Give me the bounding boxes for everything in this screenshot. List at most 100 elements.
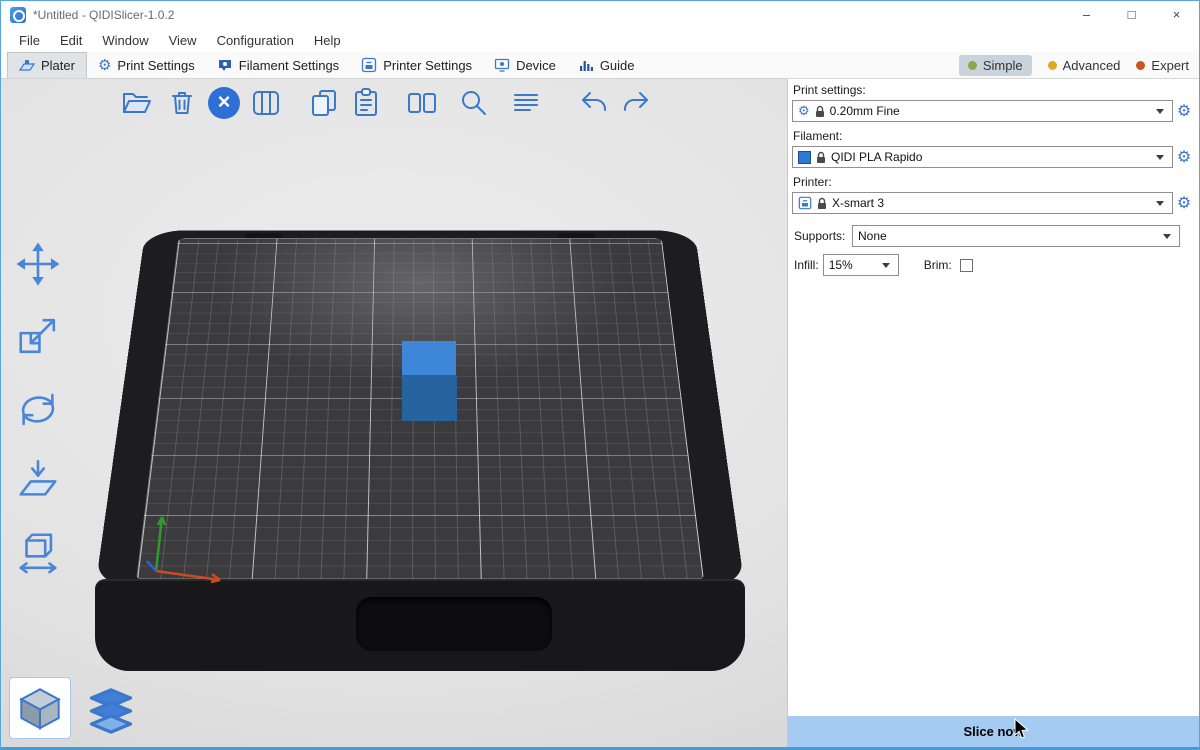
- search-icon[interactable]: [457, 86, 491, 120]
- print-bed-front-wall: [95, 579, 745, 671]
- printer-gear-button[interactable]: [1173, 193, 1195, 213]
- mode-simple[interactable]: Simple: [959, 55, 1032, 76]
- tab-filament-settings[interactable]: Filament Settings: [206, 52, 350, 78]
- delete-all-icon[interactable]: [207, 86, 241, 120]
- expert-mode-dot-icon: [1136, 61, 1145, 70]
- 3d-editor-view-icon[interactable]: [9, 677, 71, 739]
- tab-print-settings[interactable]: Print Settings: [87, 52, 206, 78]
- rotate-icon[interactable]: [13, 383, 63, 433]
- undo-icon[interactable]: [577, 86, 611, 120]
- print-settings-value: 0.20mm Fine: [830, 104, 900, 118]
- menu-window[interactable]: Window: [92, 33, 158, 48]
- viewport-3d[interactable]: [1, 79, 787, 747]
- model-cube-front-face[interactable]: [402, 375, 457, 421]
- menu-bar: File Edit Window View Configuration Help: [1, 28, 1199, 52]
- delete-icon[interactable]: [165, 86, 199, 120]
- tab-guide[interactable]: Guide: [567, 52, 646, 78]
- device-monitor-icon: [494, 57, 510, 73]
- menu-help[interactable]: Help: [304, 33, 351, 48]
- app-logo-icon: [10, 7, 26, 23]
- open-icon[interactable]: [119, 86, 153, 120]
- slice-now-button[interactable]: Slice now: [788, 716, 1199, 747]
- arrange-icon[interactable]: [249, 86, 283, 120]
- mouse-cursor: [1014, 718, 1030, 740]
- settings-sidebar: Print settings: 0.20mm Fine Filament: QI…: [787, 79, 1199, 747]
- supports-value: None: [858, 229, 887, 243]
- brim-checkbox[interactable]: [960, 259, 973, 272]
- redo-icon[interactable]: [619, 86, 653, 120]
- brim-label: Brim:: [924, 258, 952, 272]
- lock-icon: [816, 151, 826, 164]
- print-settings-label: Print settings:: [793, 83, 1199, 98]
- tab-label: Plater: [41, 58, 75, 73]
- guide-columns-icon: [578, 57, 594, 73]
- mode-advanced[interactable]: Advanced: [1048, 58, 1121, 73]
- mode-expert[interactable]: Expert: [1136, 58, 1189, 73]
- mirror-icon[interactable]: [13, 527, 63, 577]
- minimize-button[interactable]: –: [1064, 1, 1109, 28]
- view-switch: [9, 677, 139, 739]
- split-icon[interactable]: [405, 86, 439, 120]
- mode-label: Advanced: [1063, 58, 1121, 73]
- mode-label: Expert: [1151, 58, 1189, 73]
- tab-label: Print Settings: [117, 58, 194, 73]
- chevron-down-icon: [1156, 201, 1164, 206]
- tab-label: Printer Settings: [383, 58, 472, 73]
- plater-icon: [19, 58, 35, 74]
- gear-icon: [98, 58, 111, 73]
- top-toolbar: [119, 86, 653, 120]
- chevron-down-icon: [1156, 155, 1164, 160]
- close-button[interactable]: ×: [1154, 1, 1199, 28]
- filament-combo[interactable]: QIDI PLA Rapido: [792, 146, 1173, 168]
- chevron-down-icon: [1163, 234, 1171, 239]
- infill-value: 15%: [829, 258, 853, 272]
- tab-device[interactable]: Device: [483, 52, 567, 78]
- paste-icon[interactable]: [349, 86, 383, 120]
- left-toolbar: [13, 239, 63, 577]
- layer-list-icon[interactable]: [509, 86, 543, 120]
- mode-label: Simple: [983, 58, 1023, 73]
- maximize-button[interactable]: □: [1109, 1, 1154, 28]
- tab-label: Device: [516, 58, 556, 73]
- supports-label: Supports:: [794, 229, 848, 243]
- move-icon[interactable]: [13, 239, 63, 289]
- filament-label: Filament:: [793, 129, 1199, 144]
- menu-edit[interactable]: Edit: [50, 33, 92, 48]
- model-cube-top-face[interactable]: [402, 341, 456, 375]
- print-settings-combo[interactable]: 0.20mm Fine: [792, 100, 1173, 122]
- tab-printer-settings[interactable]: Printer Settings: [350, 52, 483, 78]
- layers-preview-icon[interactable]: [83, 683, 139, 739]
- filament-gear-button[interactable]: [1173, 147, 1195, 167]
- gear-icon: [798, 103, 810, 119]
- mode-switcher: Simple Advanced Expert: [959, 52, 1199, 78]
- chevron-down-icon: [882, 263, 890, 268]
- supports-combo[interactable]: None: [852, 225, 1180, 247]
- advanced-mode-dot-icon: [1048, 61, 1057, 70]
- print-settings-gear-button[interactable]: [1173, 101, 1195, 121]
- axes-gizmo-icon: [136, 507, 228, 589]
- infill-combo[interactable]: 15%: [823, 254, 899, 276]
- lock-icon: [817, 197, 827, 210]
- scale-icon[interactable]: [13, 311, 63, 361]
- bed-handle: [356, 597, 552, 651]
- printer-label: Printer:: [793, 175, 1199, 190]
- scene-3d: [1, 79, 787, 747]
- filament-color-swatch: [798, 151, 811, 164]
- simple-mode-dot-icon: [968, 61, 977, 70]
- place-on-face-icon[interactable]: [13, 455, 63, 505]
- menu-configuration[interactable]: Configuration: [207, 33, 304, 48]
- copy-icon[interactable]: [307, 86, 341, 120]
- tab-label: Filament Settings: [239, 58, 339, 73]
- tab-plater[interactable]: Plater: [7, 52, 87, 78]
- filament-icon: [217, 57, 233, 73]
- title-bar: *Untitled - QIDISlicer-1.0.2 – □ ×: [1, 1, 1199, 28]
- tab-label: Guide: [600, 58, 635, 73]
- printer-icon: [361, 57, 377, 73]
- menu-view[interactable]: View: [159, 33, 207, 48]
- window-controls: – □ ×: [1064, 1, 1199, 28]
- tab-bar: Plater Print Settings Filament Settings …: [1, 52, 1199, 79]
- infill-label: Infill:: [794, 258, 819, 272]
- window-title: *Untitled - QIDISlicer-1.0.2: [33, 8, 174, 22]
- menu-file[interactable]: File: [9, 33, 50, 48]
- printer-combo[interactable]: X-smart 3: [792, 192, 1173, 214]
